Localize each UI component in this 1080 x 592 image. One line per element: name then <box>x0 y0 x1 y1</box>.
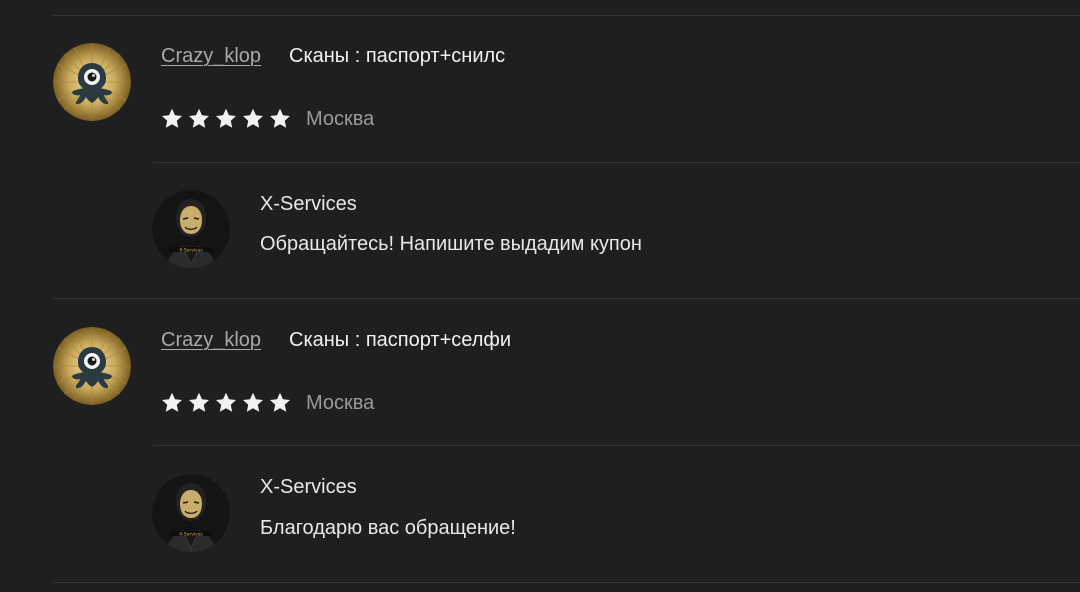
star-icon <box>187 107 211 131</box>
reply-author: X-Services <box>260 476 357 498</box>
review-divider <box>53 298 1080 299</box>
divider-top <box>53 15 1080 16</box>
star-icon <box>214 391 238 415</box>
review-author-link[interactable]: Crazy_klop <box>161 45 261 68</box>
review-city: Москва <box>306 108 375 130</box>
review-title: Сканы : паспорт+селфи <box>289 329 512 351</box>
star-icon <box>160 391 184 415</box>
star-icon <box>187 391 211 415</box>
masked-figure-avatar-icon[interactable]: X-Services <box>152 474 230 552</box>
star-icon <box>268 107 292 131</box>
rating-stars <box>160 107 292 131</box>
reply-author: X-Services <box>260 193 357 215</box>
cyclops-octopus-avatar-icon[interactable] <box>53 327 131 405</box>
masked-figure-avatar-icon[interactable]: X-Services <box>152 190 230 268</box>
reply-text: Обращайтесь! Напишите выдадим купон <box>260 233 642 255</box>
star-icon <box>160 107 184 131</box>
rating-stars <box>160 391 292 415</box>
star-icon <box>268 391 292 415</box>
cyclops-octopus-avatar-icon[interactable] <box>53 43 131 121</box>
star-icon <box>214 107 238 131</box>
review-author-link[interactable]: Crazy_klop <box>161 329 261 352</box>
star-icon <box>241 391 265 415</box>
reply-text: Благодарю вас обращение! <box>260 517 516 539</box>
reply-divider <box>153 445 1080 446</box>
svg-text:X-Services: X-Services <box>179 247 203 253</box>
star-icon <box>241 107 265 131</box>
review-divider <box>53 582 1080 583</box>
review-city: Москва <box>306 392 375 414</box>
review-title: Сканы : паспорт+снилс <box>289 45 506 67</box>
reply-divider <box>153 162 1080 163</box>
svg-text:X-Services: X-Services <box>179 531 203 537</box>
